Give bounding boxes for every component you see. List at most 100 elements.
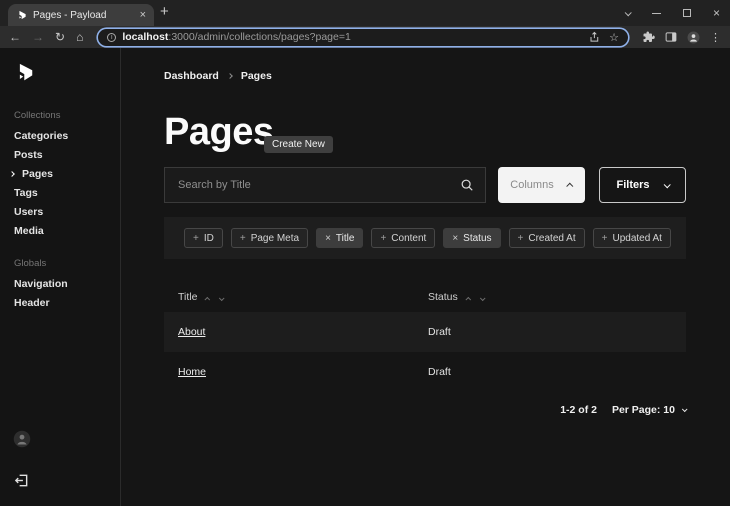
column-pill-updated-at[interactable]: + Updated At <box>592 228 671 248</box>
browser-toolbar: ← → ↻ ⌂ i localhost:3000/admin/collectio… <box>0 26 730 48</box>
row-title-link[interactable]: Home <box>178 366 206 378</box>
browser-menu-icon[interactable]: ⋮ <box>710 31 721 44</box>
pill-label: Status <box>463 232 492 244</box>
reload-button[interactable]: ↻ <box>55 31 65 43</box>
add-column-icon: + <box>601 232 608 244</box>
collections-nav: Categories Posts Pages Tags Users Media <box>9 131 68 237</box>
column-header-label: Title <box>178 290 198 303</box>
filters-button[interactable]: Filters <box>599 167 686 203</box>
table-row: Home Draft <box>164 352 686 392</box>
pill-label: Content <box>391 232 427 244</box>
logout-icon[interactable] <box>14 473 29 488</box>
page-title: Pages <box>164 111 274 153</box>
column-toggle-panel: + ID + Page Meta × Title + Content × Sta… <box>164 217 686 259</box>
sidebar-item-navigation[interactable]: Navigation <box>14 279 68 290</box>
bookmark-star-icon[interactable]: ☆ <box>609 31 619 44</box>
chevron-down-icon <box>681 406 688 413</box>
url-host: localhost <box>122 31 169 43</box>
home-button[interactable]: ⌂ <box>76 31 83 43</box>
payload-logo-icon[interactable] <box>13 62 35 84</box>
back-button[interactable]: ← <box>9 31 21 43</box>
add-column-icon: + <box>239 232 246 244</box>
column-pill-created-at[interactable]: + Created At <box>508 228 585 248</box>
sidebar-item-tags[interactable]: Tags <box>14 188 68 199</box>
sidebar: Collections Categories Posts Pages Tags … <box>0 48 121 506</box>
column-pill-status[interactable]: × Status <box>443 228 501 248</box>
row-status: Draft <box>428 326 451 338</box>
pagination: 1-2 of 2 Per Page: 10 <box>560 404 688 416</box>
add-column-icon: + <box>193 232 199 244</box>
tab-title: Pages - Payload <box>33 9 107 21</box>
sort-descending-icon[interactable] <box>479 289 486 304</box>
profile-avatar-icon[interactable] <box>687 31 700 44</box>
globals-label: Globals <box>14 258 47 269</box>
payload-admin: Collections Categories Posts Pages Tags … <box>0 48 730 506</box>
pill-label: ID <box>203 232 214 244</box>
toolbar-right: ⋮ <box>643 31 721 44</box>
search-input[interactable] <box>164 167 486 203</box>
page-range: 1-2 of 2 <box>560 404 597 416</box>
filters-button-label: Filters <box>616 179 650 191</box>
breadcrumb-current: Pages <box>240 70 272 82</box>
row-title-link[interactable]: About <box>178 326 205 338</box>
browser-tab[interactable]: Pages - Payload × <box>8 4 154 26</box>
remove-column-icon: × <box>452 232 459 244</box>
column-header-status: Status <box>428 289 486 304</box>
add-column-icon: + <box>380 232 387 244</box>
extensions-icon[interactable] <box>643 31 655 43</box>
site-info-icon[interactable]: i <box>107 32 117 42</box>
table-row: About Draft <box>164 312 686 352</box>
sidebar-item-header[interactable]: Header <box>14 298 68 309</box>
columns-button[interactable]: Columns <box>498 167 585 203</box>
sidebar-item-label: Pages <box>22 168 53 180</box>
url-bar[interactable]: i localhost:3000/admin/collections/pages… <box>98 28 628 46</box>
window-controls: × <box>624 0 720 26</box>
main-content: Dashboard Pages Pages Create New Columns… <box>164 48 688 506</box>
chevron-down-icon <box>663 180 671 188</box>
sidebar-item-media[interactable]: Media <box>14 226 68 237</box>
columns-button-label: Columns <box>510 179 554 191</box>
sort-descending-icon[interactable] <box>219 289 225 304</box>
column-pill-content[interactable]: + Content <box>371 228 436 248</box>
sort-ascending-icon[interactable] <box>204 289 211 304</box>
column-pill-id[interactable]: + ID <box>184 228 223 248</box>
pill-label: Created At <box>528 232 576 244</box>
column-pill-title[interactable]: × Title <box>316 228 364 248</box>
sidebar-item-categories[interactable]: Categories <box>14 131 68 142</box>
forward-button[interactable]: → <box>32 31 44 43</box>
tab-search-icon[interactable] <box>624 8 632 16</box>
chevron-up-icon <box>565 182 574 190</box>
maximize-button[interactable] <box>682 9 691 17</box>
chevron-right-icon <box>227 73 233 79</box>
breadcrumb-dashboard-link[interactable]: Dashboard <box>164 70 219 82</box>
sidebar-item-posts[interactable]: Posts <box>14 150 68 161</box>
sort-ascending-icon[interactable] <box>465 289 471 304</box>
active-item-chevron-icon <box>9 171 15 177</box>
close-window-button[interactable]: × <box>713 6 720 20</box>
table-header: Title Status <box>164 280 686 312</box>
browser-chrome: Pages - Payload × + × ← → ↻ ⌂ i localhos… <box>0 0 730 48</box>
payload-favicon-icon <box>19 10 26 19</box>
tab-strip: Pages - Payload × + × <box>0 0 730 26</box>
per-page-label: Per Page: 10 <box>611 404 675 416</box>
pill-label: Title <box>335 232 355 244</box>
per-page-control[interactable]: Per Page: 10 <box>611 404 688 416</box>
new-tab-button[interactable]: + <box>160 3 169 20</box>
row-status: Draft <box>428 366 451 378</box>
sidebar-item-users[interactable]: Users <box>14 207 68 218</box>
column-pill-page-meta[interactable]: + Page Meta <box>230 228 309 248</box>
side-panel-icon[interactable] <box>665 31 677 43</box>
url-bar-actions: ☆ <box>588 31 619 44</box>
account-avatar-icon[interactable] <box>13 430 31 448</box>
minimize-button[interactable] <box>651 12 661 14</box>
remove-column-icon: × <box>325 232 331 244</box>
column-header-label: Status <box>428 290 458 303</box>
globals-nav: Navigation Header <box>14 279 68 309</box>
sidebar-item-pages[interactable]: Pages <box>9 168 68 180</box>
search-icon <box>461 179 473 191</box>
share-icon[interactable] <box>588 31 600 43</box>
url-text: localhost:3000/admin/collections/pages?p… <box>122 31 351 43</box>
url-path: :3000/admin/collections/pages?page=1 <box>168 31 351 43</box>
create-new-button[interactable]: Create New <box>264 136 333 153</box>
tab-close-icon[interactable]: × <box>140 9 146 21</box>
